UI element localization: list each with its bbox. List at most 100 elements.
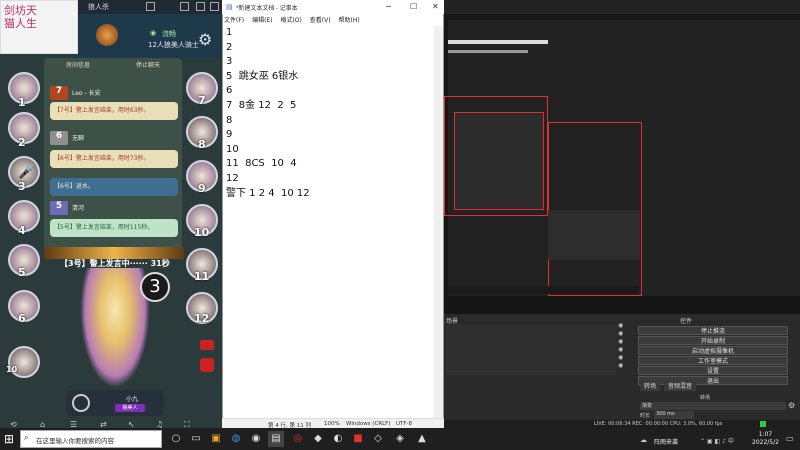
stream-status: LIVE: 00:06:34 REC: 00:00:00 CPU: 3.0%, … [594, 421, 723, 427]
obs-icon[interactable]: ◐ [330, 431, 346, 447]
game-close-icon[interactable] [210, 2, 219, 11]
visibility-toggles[interactable]: ◉ ◉ ◉ ◉ ◉ ◉ [618, 322, 636, 372]
seat-number: 9 [198, 182, 206, 195]
close-icon[interactable]: ✕ [432, 2, 439, 11]
studio-mode-button[interactable]: 工作室模式 [638, 356, 788, 365]
red-envelope-icon[interactable] [200, 358, 214, 372]
stop-streaming-button[interactable]: 停止推流 [638, 326, 788, 335]
notepad-text-area[interactable]: 1 2 3 5 跳女巫 6银水 6 7 8金 12 2 5 8 9 10 11 … [226, 26, 310, 201]
cortana-icon[interactable]: ○ [168, 431, 184, 447]
clock-date: 2022/5/2 [752, 439, 779, 446]
seat-number: 8 [198, 138, 206, 151]
menu-file[interactable]: 文件(F) [224, 17, 244, 24]
edge-icon[interactable]: ◍ [228, 431, 244, 447]
app-icon[interactable]: ◇ [370, 431, 386, 447]
seat-number: 10 [194, 226, 210, 239]
seat-number: 10 [6, 365, 18, 374]
transitions-label: 转场 [700, 395, 711, 401]
tray-icons[interactable]: ⌃ ▣ ◧ ♪ 中 [700, 436, 734, 445]
avatar[interactable] [72, 394, 90, 412]
app-icon[interactable]: ▲ [414, 431, 430, 447]
settings-button[interactable]: 设置 [638, 366, 788, 375]
player-name: 无聊 [72, 135, 85, 142]
tab-stop-chat[interactable]: 停止聊天 [118, 60, 178, 72]
task-view-icon[interactable]: ▭ [188, 431, 204, 447]
red-badge-icon[interactable] [200, 340, 214, 350]
player-number-badge: 6 [50, 131, 68, 145]
gear-icon[interactable]: ⚙ [788, 401, 795, 410]
streamer-logo-text: 剑坊天 猫人生 [4, 4, 37, 30]
file-explorer-icon[interactable]: ▣ [208, 431, 224, 447]
menu-help[interactable]: 帮助(H) [339, 17, 360, 24]
source-bounds [548, 122, 642, 296]
transition-select[interactable]: 渐变 [640, 402, 786, 410]
search-icon: ⌕ [24, 433, 29, 442]
chat-message: 【6号】警上发言结束，用时73秒。 [50, 150, 178, 168]
notepad-icon: ▤ [226, 3, 233, 11]
seat-number: 5 [18, 266, 26, 279]
virtual-camera-button[interactable]: 启动虚拟摄像机 [638, 346, 788, 355]
player-name: Leo - 长安 [72, 90, 101, 97]
controls-title: 控件 [680, 318, 693, 325]
exit-button[interactable]: 退出 [638, 376, 788, 385]
tab-room-info[interactable]: 房间信息 [48, 60, 108, 72]
seat-number: 7 [198, 94, 206, 107]
game-maximize-icon[interactable] [196, 2, 205, 11]
player-name: 清河 [72, 205, 85, 212]
notepad-menubar: 文件(F) 编辑(E) 格式(O) 查看(V) 帮助(H) [224, 15, 366, 24]
nested-obs-preview [454, 112, 544, 210]
wifi-icon: ◉ [150, 29, 157, 37]
start-recording-button[interactable]: 开始录制 [638, 336, 788, 345]
menu-format[interactable]: 格式(O) [280, 17, 301, 24]
maximize-icon[interactable]: ☐ [410, 2, 417, 11]
chat-message: 【6号】退水。 [50, 178, 178, 196]
seat-number: 6 [18, 312, 26, 325]
app-icon[interactable]: ◈ [392, 431, 408, 447]
game-minimize-icon[interactable] [180, 2, 189, 11]
gear-icon[interactable]: ⚙ [198, 30, 212, 49]
player-name: 小九 [126, 396, 139, 403]
encoding: UTF-8 [396, 421, 413, 427]
windows-start-icon[interactable]: ⊞ [4, 432, 14, 446]
tab-audio-mixer[interactable]: 音频混音 [664, 380, 697, 391]
game-settings-icon[interactable] [146, 2, 155, 11]
chat-message: 【5号】警上发言结束，用时115秒。 [50, 219, 178, 237]
scene-list[interactable] [446, 325, 616, 375]
netease-icon[interactable]: ◎ [290, 431, 306, 447]
scenes-title: 场景 [446, 318, 459, 325]
notepad-statusbar: 第 4 行, 第 11 列 100% Windows (CRLF) UTF-8 [222, 418, 444, 429]
seat-number: 2 [18, 136, 26, 149]
app-icon[interactable]: ■ [350, 431, 366, 447]
search-placeholder: 在这里输入你要搜索的内容 [36, 437, 114, 445]
chat-message: 【7号】警上发言结束，用时63秒。 [50, 102, 178, 120]
steam-icon[interactable]: ◉ [248, 431, 264, 447]
nested-bar [448, 50, 528, 53]
room-description: 12人狼美人骑士 [148, 41, 199, 49]
notepad-app-icon[interactable]: ▤ [268, 431, 284, 447]
line-ending: Windows (CRLF) [346, 421, 391, 427]
notepad-title: *新建文本文档 - 记事本 [236, 6, 298, 12]
room-emblem-icon [96, 24, 118, 46]
taskbar-clock[interactable]: 1:07 2022/5/2 [752, 431, 779, 447]
menu-edit[interactable]: 编辑(E) [252, 17, 272, 24]
player-role-badge: 狼美人 [115, 404, 145, 412]
connection-status: 流畅 [162, 30, 176, 38]
game-window-title: 狼人杀 [88, 4, 109, 11]
player-number-badge: 5 [50, 201, 68, 215]
weather-icon: ☁ [640, 436, 647, 444]
notification-icon[interactable]: ▭ [786, 434, 794, 443]
notepad-scrollbar[interactable] [434, 26, 443, 418]
player-number-badge: 7 [50, 86, 68, 100]
duration-input[interactable]: 300 ms [654, 411, 694, 419]
zoom-level: 100% [324, 421, 340, 427]
minimize-icon[interactable]: ─ [386, 2, 391, 11]
weather-text: 阵雨来袭 [654, 439, 679, 446]
seat-number: 12 [194, 312, 210, 325]
tab-transitions[interactable]: 转场 [640, 380, 661, 391]
duration-label: 时长 [640, 413, 651, 419]
seat-number: 1 [18, 96, 26, 109]
seat-number: 3 [18, 180, 26, 193]
game-app-icon[interactable]: ◆ [310, 431, 326, 447]
menu-view[interactable]: 查看(V) [310, 17, 331, 24]
microphone-icon: 🎤 [18, 164, 36, 180]
